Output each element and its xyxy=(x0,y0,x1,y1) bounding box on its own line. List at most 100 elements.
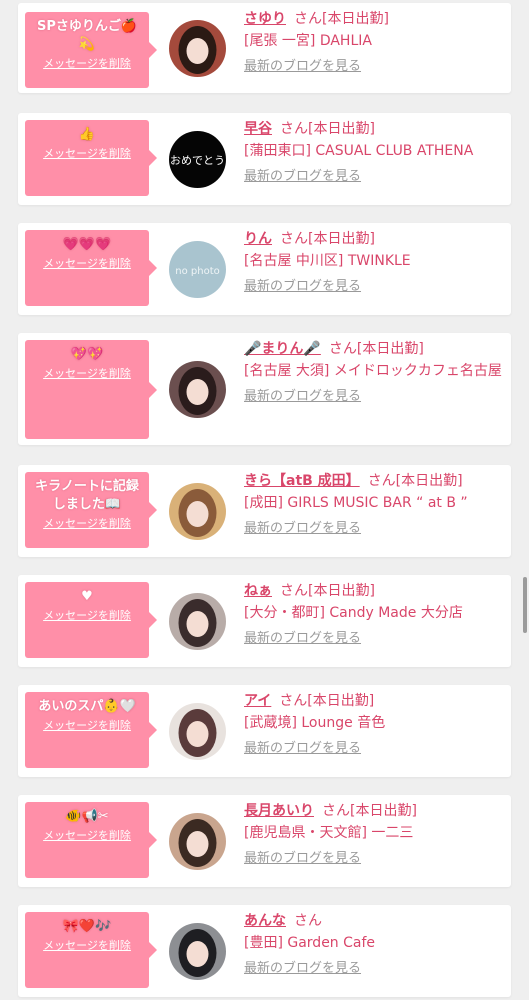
message-text: 👍 xyxy=(78,127,96,142)
cast-name-link[interactable]: 早谷 xyxy=(244,121,272,137)
cast-info: さゆり さん[本日出勤] [尾張 一宮] DAHLIA 最新のブログを見る xyxy=(244,8,503,76)
photo-avatar[interactable] xyxy=(169,483,226,540)
delete-message-link[interactable]: メッセージを削除 xyxy=(31,608,143,624)
latest-blog-link[interactable]: 最新のブログを見る xyxy=(244,960,503,978)
delete-message-link[interactable]: メッセージを削除 xyxy=(31,718,143,734)
cast-info: きら【atB 成田】 さん[本日出勤] [成田] GIRLS MUSIC BAR “… xyxy=(244,470,503,538)
shop-name: [豊田] Garden Cafe xyxy=(244,935,376,951)
name-line: 長月あいり さん[本日出勤] xyxy=(244,800,503,822)
shop-name: [名古屋 中川区] TWINKLE xyxy=(244,253,411,269)
scrollbar-thumb[interactable] xyxy=(523,577,527,633)
cast-card: 👍 メッセージを削除おめでとう 早谷 さん[本日出勤] [蒲田東口] CASUAL CL… xyxy=(18,113,511,205)
cast-name-link[interactable]: 長月あいり xyxy=(244,803,314,819)
attendance-status: さん[本日出勤] xyxy=(328,341,424,357)
latest-blog-link[interactable]: 最新のブログを見る xyxy=(244,278,503,296)
cast-card: ♥ メッセージを削除 ねぁ さん[本日出勤] [大分・都町] Candy Made 大分… xyxy=(18,575,511,667)
message-text: 🐠📢✂ xyxy=(65,809,109,824)
photo-avatar[interactable] xyxy=(169,20,226,77)
latest-blog-link[interactable]: 最新のブログを見る xyxy=(244,520,503,538)
cast-info: 🎤まりん🎤 さん[本日出勤] [名古屋 大須] メイドロックカフェ名古屋 最新のブログ… xyxy=(244,338,503,406)
message-bubble: あいのスパ👶🤍 メッセージを削除 xyxy=(25,692,157,768)
message-text: 💗💗💗 xyxy=(62,237,112,252)
cast-card: 🐠📢✂ メッセージを削除 長月あいり さん[本日出勤] [鹿児島県・天文館] 一二三 最新… xyxy=(18,795,511,887)
attendance-status: さん[本日出勤] xyxy=(322,803,417,819)
attendance-status: さん xyxy=(294,913,322,929)
cast-card: キラノートに記録しました📖 メッセージを削除 きら【atB 成田】 さん[本日出勤] [… xyxy=(18,465,511,557)
name-line: アイ さん[本日出勤] xyxy=(244,690,503,712)
attendance-status: さん[本日出勤] xyxy=(280,583,375,599)
cast-name-link[interactable]: あんな xyxy=(244,913,286,929)
shop-name: [成田] GIRLS MUSIC BAR “ at B ” xyxy=(244,495,468,511)
attendance-status: さん[本日出勤] xyxy=(280,231,375,247)
delete-message-link[interactable]: メッセージを削除 xyxy=(31,516,143,532)
omedetou-avatar[interactable]: おめでとう xyxy=(169,131,226,188)
photo-avatar[interactable] xyxy=(169,703,226,760)
delete-message-link[interactable]: メッセージを削除 xyxy=(31,828,143,844)
shop-name: [大分・都町] Candy Made 大分店 xyxy=(244,605,463,621)
message-text: あいのスパ👶🤍 xyxy=(38,699,136,714)
no-photo-avatar[interactable]: no photo xyxy=(169,241,226,298)
cast-card: あいのスパ👶🤍 メッセージを削除 アイ さん[本日出勤] [武蔵境] Lounge 音色… xyxy=(18,685,511,777)
name-line: りん さん[本日出勤] xyxy=(244,228,503,250)
cast-info: あんな さん [豊田] Garden Cafe 最新のブログを見る xyxy=(244,910,503,978)
cast-card: 💗💗💗 メッセージを削除 no photo りん さん[本日出勤] [名古屋 中川区] T… xyxy=(18,223,511,315)
shop-name: [尾張 一宮] DAHLIA xyxy=(244,33,372,49)
attendance-status: さん[本日出勤] xyxy=(294,11,389,27)
name-line: ねぁ さん[本日出勤] xyxy=(244,580,503,602)
cast-card: 🎀❤️🎶 メッセージを削除 あんな さん [豊田] Garden Cafe 最新のブログを… xyxy=(18,905,511,997)
shop-name: [蒲田東口] CASUAL CLUB ATHENA xyxy=(244,143,474,159)
attendance-status: さん[本日出勤] xyxy=(367,473,463,489)
shop-name: [名古屋 大須] メイドロックカフェ名古屋 xyxy=(244,363,502,379)
shop-name: [武蔵境] Lounge 音色 xyxy=(244,715,386,731)
attendance-status: さん[本日出勤] xyxy=(280,121,375,137)
cast-info: 早谷 さん[本日出勤] [蒲田東口] CASUAL CLUB ATHENA 最新のブロ… xyxy=(244,118,503,186)
message-text: ♥ xyxy=(81,589,93,604)
photo-avatar[interactable] xyxy=(169,361,226,418)
cast-info: りん さん[本日出勤] [名古屋 中川区] TWINKLE 最新のブログを見る xyxy=(244,228,503,296)
cast-name-link[interactable]: アイ xyxy=(244,693,271,709)
photo-avatar[interactable] xyxy=(169,593,226,650)
message-bubble: SPさゆりんご🍎💫 メッセージを削除 xyxy=(25,12,157,88)
cast-name-link[interactable]: ねぁ xyxy=(244,583,272,599)
latest-blog-link[interactable]: 最新のブログを見る xyxy=(244,58,503,76)
delete-message-link[interactable]: メッセージを削除 xyxy=(31,256,143,272)
name-line: あんな さん xyxy=(244,910,503,932)
latest-blog-link[interactable]: 最新のブログを見る xyxy=(244,850,503,868)
avatar-caption: おめでとう xyxy=(170,154,225,167)
message-bubble: 🐠📢✂ メッセージを削除 xyxy=(25,802,157,878)
message-text: 🎀❤️🎶 xyxy=(62,919,112,934)
avatar-caption: no photo xyxy=(175,266,219,277)
message-bubble: ♥ メッセージを削除 xyxy=(25,582,157,658)
message-text: キラノートに記録しました📖 xyxy=(35,479,139,512)
cast-card: 💖💖 メッセージを削除 🎤まりん🎤 さん[本日出勤] [名古屋 大須] メイドロックカフ… xyxy=(18,333,511,445)
photo-avatar[interactable] xyxy=(169,813,226,870)
message-bubble: キラノートに記録しました📖 メッセージを削除 xyxy=(25,472,157,548)
message-text: SPさゆりんご🍎💫 xyxy=(36,19,138,52)
cast-name-link[interactable]: きら【atB 成田】 xyxy=(244,473,360,489)
cast-name-link[interactable]: 🎤まりん🎤 xyxy=(244,341,321,357)
message-bubble: 💖💖 メッセージを削除 xyxy=(25,340,157,439)
latest-blog-link[interactable]: 最新のブログを見る xyxy=(244,388,503,406)
cast-info: 長月あいり さん[本日出勤] [鹿児島県・天文館] 一二三 最新のブログを見る xyxy=(244,800,503,868)
delete-message-link[interactable]: メッセージを削除 xyxy=(31,938,143,954)
cast-card: SPさゆりんご🍎💫 メッセージを削除 さゆり さん[本日出勤] [尾張 一宮] DAHL… xyxy=(18,3,511,93)
photo-avatar[interactable] xyxy=(169,923,226,980)
delete-message-link[interactable]: メッセージを削除 xyxy=(31,366,143,382)
latest-blog-link[interactable]: 最新のブログを見る xyxy=(244,168,503,186)
name-line: さゆり さん[本日出勤] xyxy=(244,8,503,30)
message-bubble: 🎀❤️🎶 メッセージを削除 xyxy=(25,912,157,988)
cast-info: アイ さん[本日出勤] [武蔵境] Lounge 音色最新のブログを見る xyxy=(244,690,503,758)
attendance-status: さん[本日出勤] xyxy=(279,693,375,709)
message-bubble: 💗💗💗 メッセージを削除 xyxy=(25,230,157,306)
cast-name-link[interactable]: さゆり xyxy=(244,11,286,27)
cast-name-link[interactable]: りん xyxy=(244,231,272,247)
name-line: きら【atB 成田】 さん[本日出勤] xyxy=(244,470,503,492)
name-line: 🎤まりん🎤 さん[本日出勤] xyxy=(244,338,503,360)
favorite-cast-list: SPさゆりんご🍎💫 メッセージを削除 さゆり さん[本日出勤] [尾張 一宮] DAHL… xyxy=(0,0,529,1000)
message-bubble: 👍 メッセージを削除 xyxy=(25,120,157,196)
latest-blog-link[interactable]: 最新のブログを見る xyxy=(244,740,503,758)
latest-blog-link[interactable]: 最新のブログを見る xyxy=(244,630,503,648)
delete-message-link[interactable]: メッセージを削除 xyxy=(31,146,143,162)
delete-message-link[interactable]: メッセージを削除 xyxy=(31,56,143,72)
name-line: 早谷 さん[本日出勤] xyxy=(244,118,503,140)
